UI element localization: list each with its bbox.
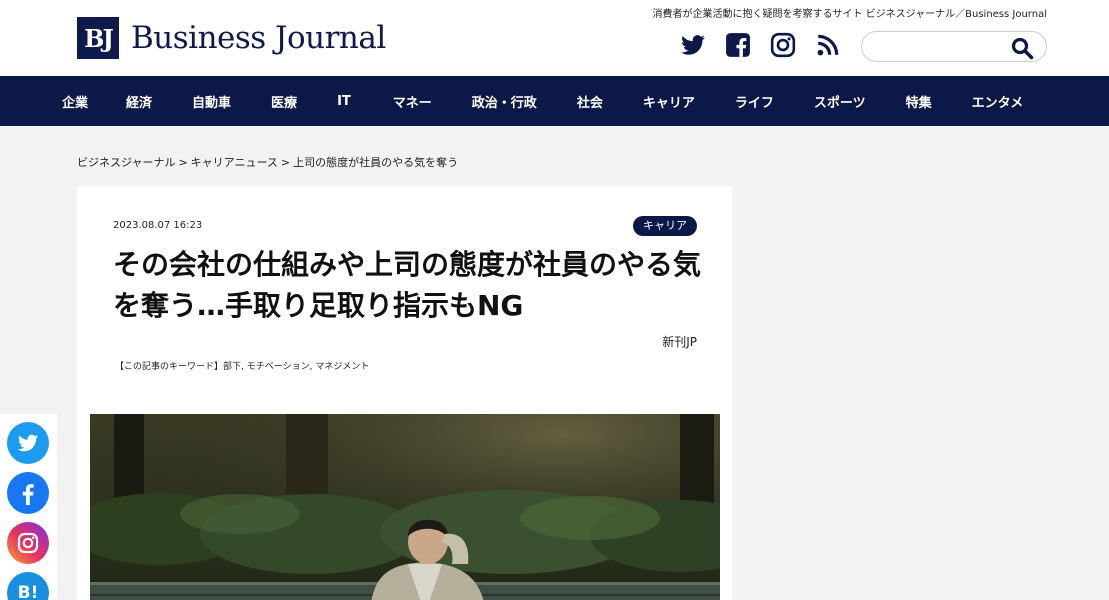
- hatena-icon: B!: [17, 583, 39, 600]
- site-tagline: 消費者が企業活動に抱く疑問を考察するサイト ビジネスジャーナル／Business…: [652, 9, 1047, 20]
- twitter-icon: [17, 434, 39, 452]
- article-source[interactable]: 新刊JP: [662, 333, 697, 350]
- nav-item-jidosha[interactable]: 自動車: [192, 92, 231, 111]
- nav-item-it[interactable]: IT: [337, 94, 351, 109]
- facebook-share-button[interactable]: [7, 472, 49, 514]
- nav-item-sports[interactable]: スポーツ: [814, 92, 866, 111]
- article-date: 2023.08.07 16:23: [113, 220, 203, 231]
- site-logo[interactable]: BJ Business Journal: [77, 17, 386, 59]
- social-links: [680, 32, 860, 58]
- keywords-label: 【この記事のキーワード】: [115, 362, 224, 372]
- logo-text: Business Journal: [131, 20, 386, 56]
- rss-icon[interactable]: [815, 32, 841, 58]
- keyword-link[interactable]: 部下: [223, 362, 241, 372]
- nav-item-life[interactable]: ライフ: [735, 92, 774, 111]
- main-nav: 企業 経済 自動車 医療 IT マネー 政治・行政 社会 キャリア ライフ スポ…: [0, 76, 1109, 126]
- nav-item-keizai[interactable]: 経済: [126, 92, 152, 111]
- facebook-icon[interactable]: [725, 32, 751, 58]
- search-input[interactable]: [876, 38, 1006, 56]
- article-photo: [90, 414, 720, 600]
- instagram-share-button[interactable]: [7, 522, 49, 564]
- facebook-icon: [22, 484, 34, 505]
- breadcrumb-category[interactable]: キャリアニュース: [191, 156, 278, 169]
- category-badge[interactable]: キャリア: [633, 216, 697, 236]
- keyword-link[interactable]: マネジメント: [315, 362, 369, 372]
- twitter-share-button[interactable]: [7, 422, 49, 464]
- article-card: 2023.08.07 16:23 キャリア その会社の仕組みや上司の態度が社員の…: [77, 186, 732, 600]
- site-header: 消費者が企業活動に抱く疑問を考察するサイト ビジネスジャーナル／Business…: [0, 0, 1109, 76]
- breadcrumb-separator: >: [280, 156, 291, 169]
- twitter-icon[interactable]: [680, 32, 706, 58]
- article-keywords: 【この記事のキーワード】部下, モチベーション, マネジメント: [115, 362, 370, 372]
- keyword-link[interactable]: モチベーション: [247, 362, 310, 372]
- logo-mark: BJ: [77, 17, 119, 59]
- breadcrumb: ビジネスジャーナル > キャリアニュース > 上司の態度が社員のやる気を奪う: [77, 154, 458, 170]
- nav-item-politics[interactable]: 政治・行政: [472, 92, 537, 111]
- hatena-share-button[interactable]: B!: [7, 572, 49, 600]
- nav-item-entame[interactable]: エンタメ: [972, 92, 1024, 111]
- nav-item-money[interactable]: マネー: [393, 92, 432, 111]
- search-box: [861, 31, 1047, 62]
- search-icon[interactable]: [1010, 36, 1034, 60]
- breadcrumb-current: 上司の態度が社員のやる気を奪う: [293, 156, 459, 169]
- instagram-icon[interactable]: [770, 32, 796, 58]
- share-sidebar: B!: [0, 414, 57, 600]
- nav-item-kigyo[interactable]: 企業: [62, 92, 88, 111]
- nav-item-feature[interactable]: 特集: [906, 92, 932, 111]
- nav-item-career[interactable]: キャリア: [643, 92, 695, 111]
- nav-item-society[interactable]: 社会: [577, 92, 603, 111]
- nav-item-iryo[interactable]: 医療: [271, 92, 297, 111]
- article-title: その会社の仕組みや上司の態度が社員のやる気を奪う…手取り足取り指示もNG: [113, 248, 702, 322]
- breadcrumb-separator: >: [178, 156, 188, 169]
- instagram-icon: [17, 532, 39, 554]
- breadcrumb-home[interactable]: ビジネスジャーナル: [77, 156, 175, 169]
